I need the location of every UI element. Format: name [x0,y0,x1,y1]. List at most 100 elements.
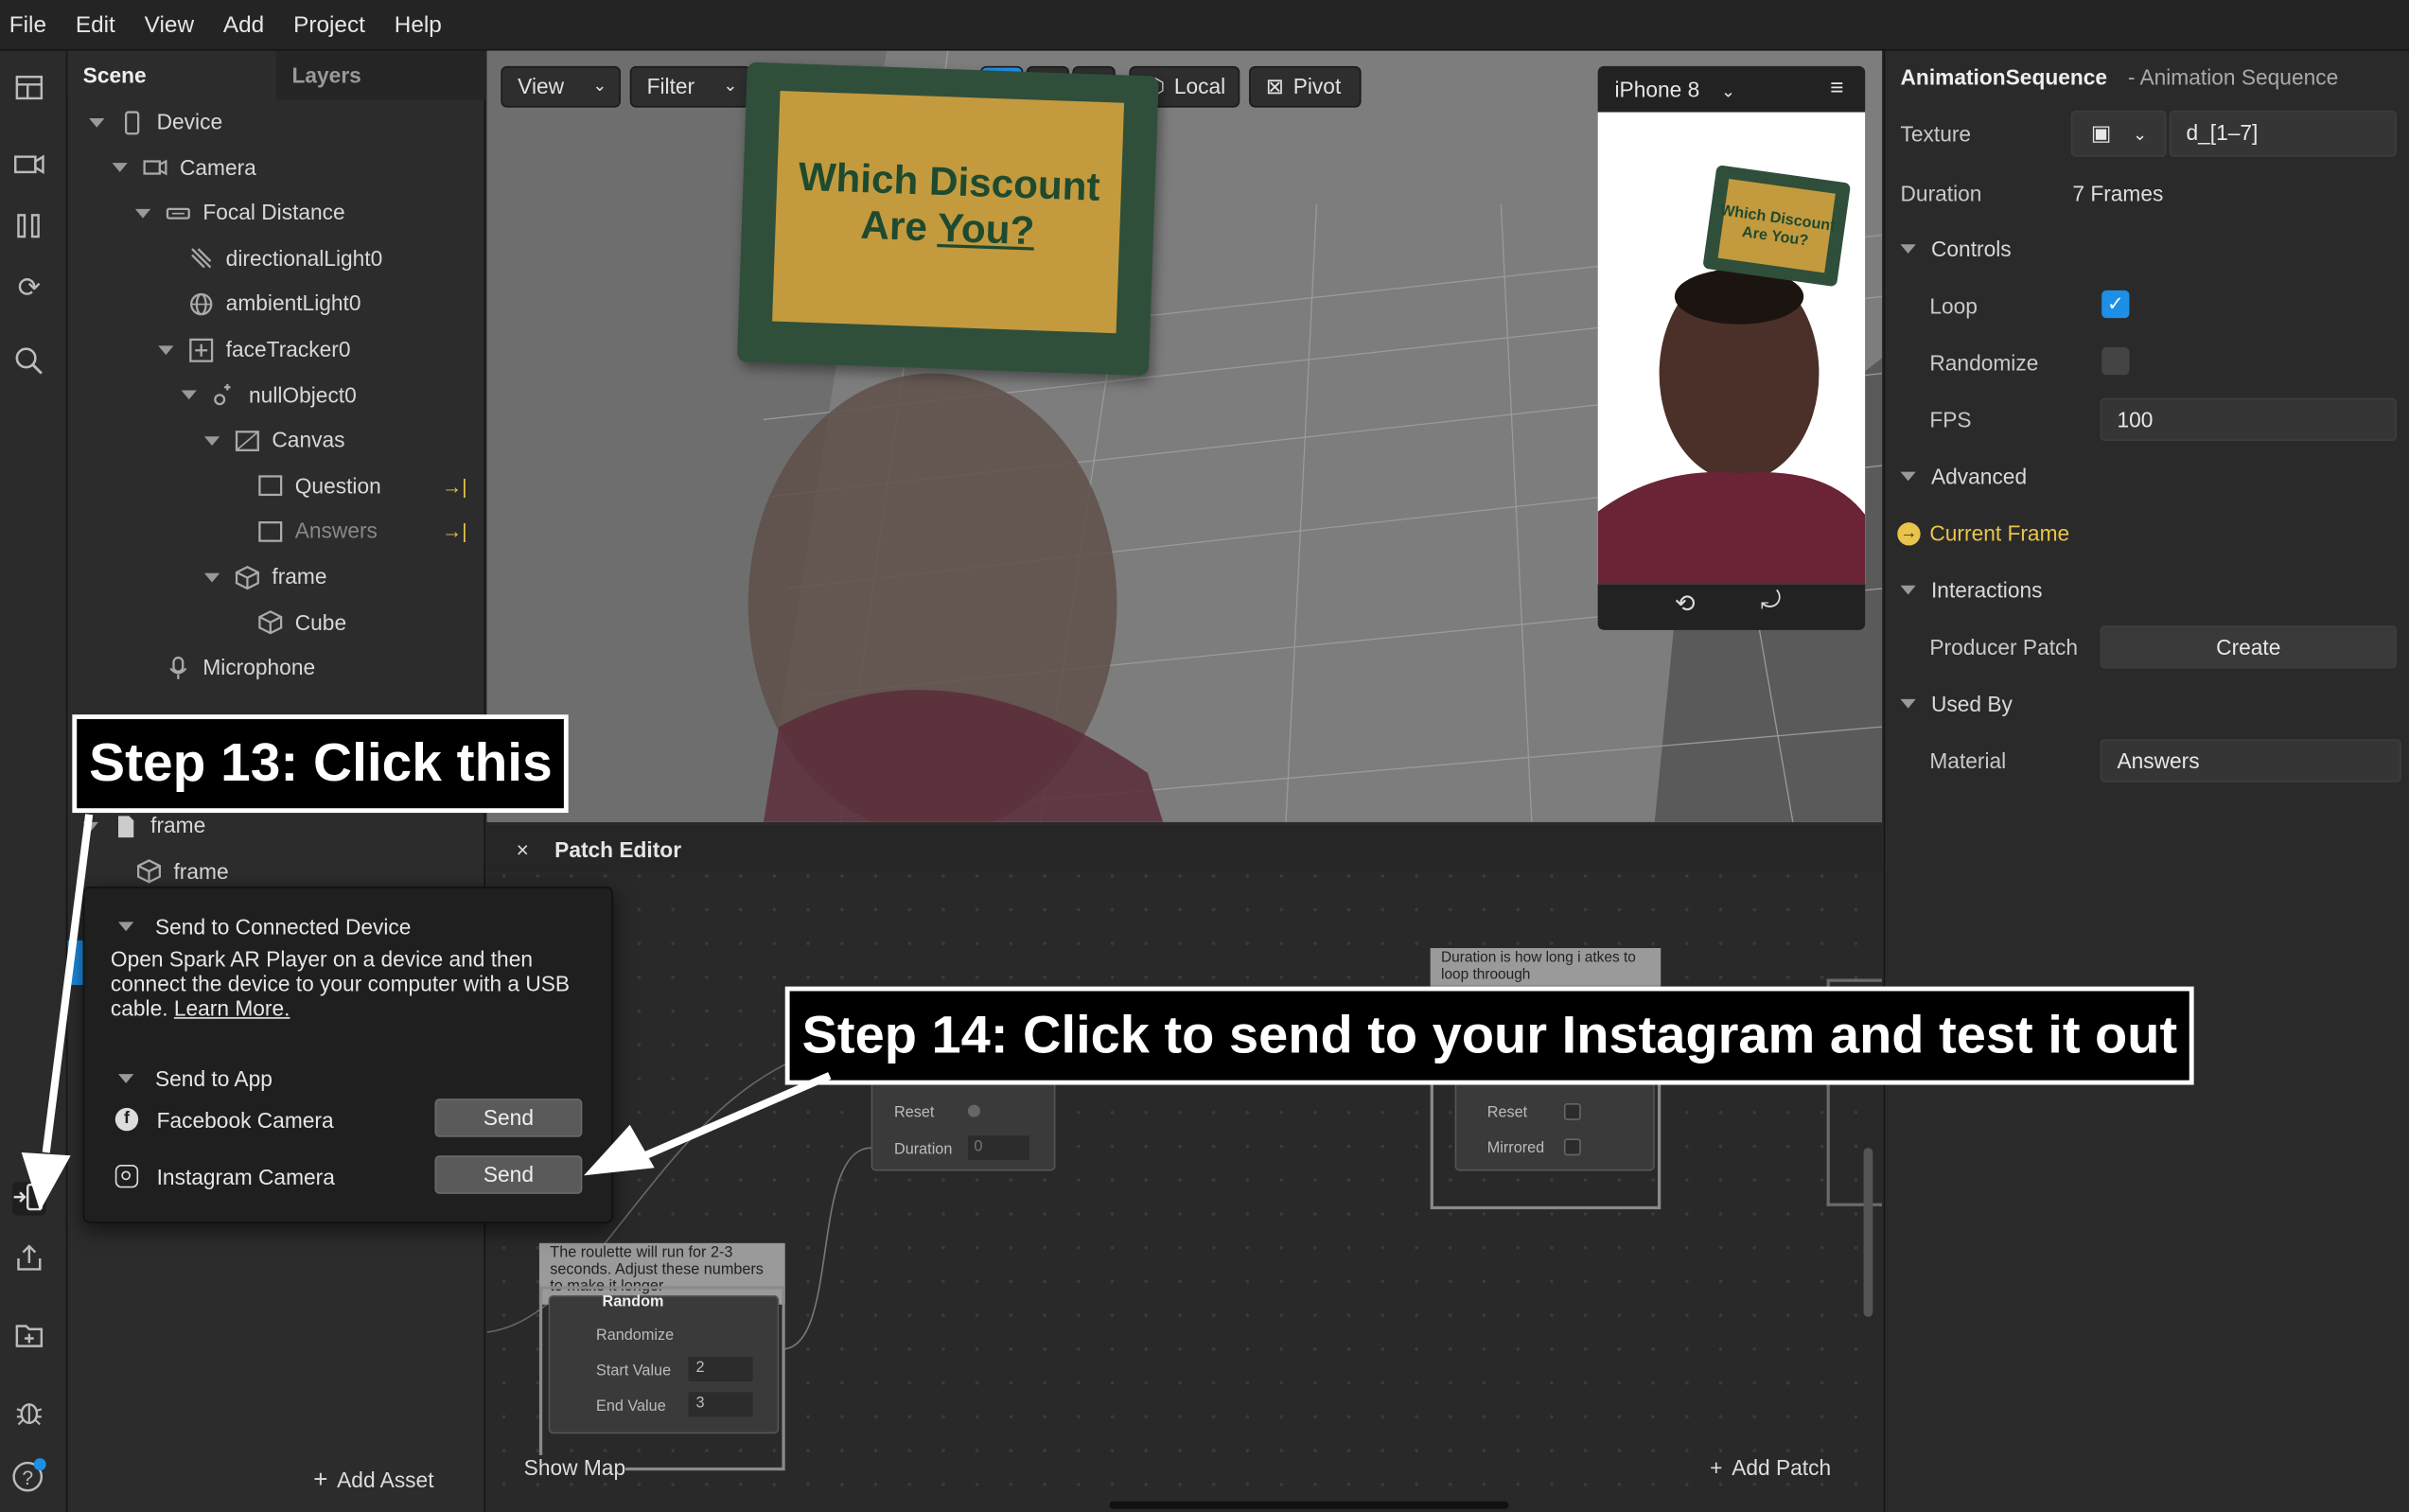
link-arrow-icon[interactable]: →| [442,509,467,554]
expand-arrow-icon[interactable] [134,208,151,219]
menu-view[interactable]: View [145,11,194,38]
tree-item-microphone[interactable]: Microphone [67,645,485,690]
device-selector[interactable]: iPhone 8 ⌄ ≡ [1598,66,1866,113]
layout-icon[interactable] [12,72,46,106]
add-asset-button[interactable]: + Add Asset [313,1468,433,1495]
tree-item-question[interactable]: Question →| [67,464,485,508]
scene-tree: Device Camera Focal Distance directionalLig… [67,100,485,746]
tree-item-cube[interactable]: Cube [67,600,485,644]
advanced-section[interactable]: Advanced [1900,464,2027,488]
port-mirrored[interactable]: Mirrored [1487,1140,1544,1157]
menu-file[interactable]: File [9,11,46,38]
help-icon[interactable]: ? [12,1458,46,1492]
menu-add[interactable]: Add [223,11,264,38]
send-to-app-label: Send to App [154,1066,273,1092]
tree-item-answers[interactable]: Answers →| [67,509,485,554]
tree-item-canvas[interactable]: Canvas [67,418,485,463]
create-button[interactable]: Create [2100,624,2397,669]
pivot-toggle[interactable]: ⊠ Pivot [1249,65,1362,108]
video-icon[interactable] [12,149,46,184]
patch-editor[interactable]: × Patch Editor Duration is how long i at… [486,825,1883,1512]
expand-icon [1900,244,1916,254]
pivot-label: Pivot [1292,73,1342,98]
link-arrow-icon[interactable]: →| [442,464,467,508]
tree-item-camera[interactable]: Camera [67,146,485,190]
port-start-value[interactable]: Start Value [596,1363,671,1380]
comment-duration[interactable]: Duration is how long i atkes to loop thr… [1430,948,1662,985]
sign-line2b: You? [937,203,1036,254]
port-duration[interactable]: Duration [894,1142,952,1159]
random-node[interactable]: Random Randomize Start Value 2 End Value… [548,1293,780,1434]
test-on-device-icon[interactable] [11,1181,46,1216]
filter-dropdown[interactable]: Filter ⌄ [629,65,751,108]
facetracker-icon [189,337,226,361]
port-end-value[interactable]: End Value [596,1398,666,1415]
add-folder-icon[interactable] [12,1320,46,1354]
tab-layers[interactable]: Layers [276,50,486,100]
reset-checkbox[interactable] [1563,1103,1581,1120]
rotate-device-icon[interactable]: ⟲ [1675,589,1696,619]
send-facebook-button[interactable]: Send [434,1099,583,1137]
loop-checkbox[interactable]: ✓ [2101,290,2130,319]
mirrored-checkbox[interactable] [1563,1138,1581,1156]
material-value[interactable]: Answers [2100,739,2401,782]
menu-project[interactable]: Project [293,11,365,38]
tree-item-device[interactable]: Device [67,100,485,145]
send-to-app-section[interactable]: Send to App [118,1066,273,1091]
expand-icon [1900,698,1916,709]
expand-arrow-icon[interactable] [112,163,128,173]
step13-annotation: Step 13: Click this [72,714,570,814]
horizontal-scrollbar[interactable] [1109,1501,1509,1509]
menu-bar: File Edit View Add Project Help [0,0,2409,51]
tree-item-focal-distance[interactable]: Focal Distance [67,191,485,236]
texture-picker[interactable]: ▣ ⌄ [2070,110,2167,157]
add-patch-button[interactable]: + Add Patch [1710,1455,1831,1480]
tree-item-ambientlight0[interactable]: ambientLight0 [67,282,485,326]
expand-arrow-icon[interactable] [89,117,105,127]
expand-arrow-icon[interactable] [203,571,220,582]
menu-icon[interactable]: ≡ [1830,66,1843,113]
send-instagram-button[interactable]: Send [434,1155,583,1194]
controls-section[interactable]: Controls [1900,237,2012,261]
expand-icon [1900,471,1916,482]
vertical-scrollbar[interactable] [1863,1148,1873,1317]
tree-item-directionallight0[interactable]: directionalLight0 [67,237,485,281]
tree-item-facetracker0[interactable]: faceTracker0 [67,327,485,372]
texture-value[interactable]: d_[1–7] [2169,110,2397,157]
viewport[interactable]: View⌄ Filter⌄ ✥ ⟳ ⧉ ⬡Local ⊠Pivot Which … [486,50,1883,822]
reset-device-icon[interactable]: ⤾ [1761,589,1782,616]
reset-dot[interactable] [967,1104,980,1117]
end-value-input[interactable]: 3 [688,1392,753,1417]
start-value-input[interactable]: 2 [688,1356,753,1381]
port-reset[interactable]: Reset [894,1105,934,1122]
expand-arrow-icon[interactable] [181,390,197,400]
menu-help[interactable]: Help [395,11,442,38]
tab-scene[interactable]: Scene [67,50,277,100]
show-map-button[interactable]: Show Map [523,1454,626,1480]
send-connected-section[interactable]: Send to Connected Device [118,914,411,939]
port-randomize[interactable]: Randomize [596,1327,674,1345]
fps-input[interactable]: 100 [2100,397,2397,442]
pause-icon[interactable] [12,210,46,244]
view-dropdown[interactable]: View ⌄ [501,65,621,108]
patch-arrow-icon[interactable]: → [1897,521,1921,545]
current-frame-row[interactable]: → Current Frame [1897,521,2069,546]
used-by-section[interactable]: Used By [1900,692,2013,716]
port-reset[interactable]: Reset [1487,1105,1527,1122]
add-patch-label: Add Patch [1732,1454,1832,1480]
randomize-checkbox[interactable] [2101,347,2130,376]
tree-item-frame[interactable]: frame [67,554,485,599]
bug-icon[interactable] [12,1397,46,1431]
tree-item-nullobject0[interactable]: nullObject0 [67,373,485,417]
expand-arrow-icon[interactable] [158,344,174,355]
expand-arrow-icon[interactable] [203,435,220,446]
search-icon[interactable] [12,345,46,379]
upload-icon[interactable] [12,1243,46,1277]
refresh-icon[interactable]: ⟳ [12,271,46,305]
interactions-section[interactable]: Interactions [1900,578,2043,603]
duration-input[interactable]: 0 [967,1135,1029,1161]
menu-edit[interactable]: Edit [76,11,115,38]
tree-item-label: Cube [294,609,347,635]
expand-arrow-icon[interactable] [82,821,98,831]
learn-more-link[interactable]: Learn More. [174,995,290,1020]
